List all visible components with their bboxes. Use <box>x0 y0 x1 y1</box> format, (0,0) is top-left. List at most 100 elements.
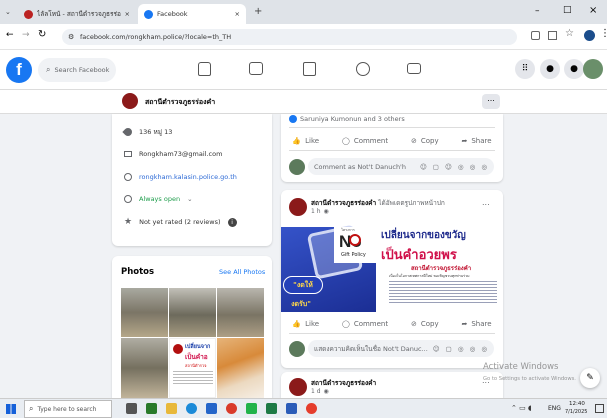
notifications-bell-icon[interactable]: ● <box>564 59 584 79</box>
groups-icon[interactable] <box>356 62 370 76</box>
windows-start-icon[interactable] <box>6 404 16 414</box>
author-avatar[interactable] <box>289 378 307 396</box>
tab-close-icon[interactable]: × <box>235 10 240 18</box>
tab-list-chevron-icon[interactable]: ⌄ <box>5 8 11 16</box>
address-bar[interactable]: ⚙ facebook.com/rongkham.police/?locale=t… <box>62 29 517 45</box>
share-label: Share <box>471 137 492 145</box>
link-icon: ⊘ <box>410 137 417 145</box>
minimize-button[interactable]: – <box>535 6 540 16</box>
system-tray-icons[interactable]: ⌃ ▭ ◖ <box>511 404 532 412</box>
maximize-button[interactable]: □ <box>563 5 572 15</box>
notification-center-icon[interactable] <box>595 404 604 413</box>
tab-police-site[interactable]: ไลัลโหนั - สถานีตำรวจภูธรร่องคำ × <box>18 4 136 24</box>
facebook-logo-icon[interactable]: f <box>6 57 32 83</box>
email-text[interactable]: Rongkham73@gmail.com <box>139 150 222 158</box>
marketplace-icon[interactable] <box>303 62 316 76</box>
post-more-button[interactable]: ... <box>482 198 490 207</box>
comment-input[interactable]: แสดงความคิดเห็นในชื่อ Not't Danuc... ☺ ▢… <box>308 340 494 357</box>
chrome-active-icon[interactable] <box>306 403 317 414</box>
widgets-icon[interactable] <box>146 403 157 414</box>
divider <box>289 150 495 151</box>
thumb-text-2: เป็นคำอ <box>185 353 208 361</box>
excel-icon[interactable] <box>266 403 277 414</box>
page-more-button[interactable]: ... <box>482 94 500 109</box>
site-info-icon[interactable]: ⚙ <box>68 29 74 45</box>
comment-tools-icon[interactable]: ☺ ▢ ◎ ◎ ◎ <box>433 345 489 353</box>
page-title[interactable]: สถานีตำรวจภูธรร่องคำ <box>145 97 215 108</box>
account-avatar[interactable] <box>583 59 603 79</box>
comment-input[interactable]: Comment as Not't Danuch'h ☺ ▢ ☺ ◎ ◎ ◎ <box>308 158 494 175</box>
address-text: 136 หมู่ 13 <box>139 128 173 136</box>
chrome-icon[interactable] <box>226 403 237 414</box>
video-icon[interactable] <box>249 62 263 75</box>
language-indicator[interactable]: ENG <box>548 405 561 412</box>
post-time[interactable]: 1 h ◉ <box>311 208 329 215</box>
post-author-name[interactable]: สถานีตำรวจภูธรร่องคำ <box>311 378 376 388</box>
comment-button[interactable]: ◯ Comment <box>342 320 388 328</box>
gaming-icon[interactable] <box>407 63 421 74</box>
post-time[interactable]: 1 d ◉ <box>311 388 329 395</box>
comment-tools-icon[interactable]: ☺ ▢ ☺ ◎ ◎ ◎ <box>420 163 489 171</box>
photo-thumbnail[interactable]: เปลี่ยนจาก เป็นคำอ สถานีตำรวจ <box>169 338 216 398</box>
screenshot-icon[interactable] <box>548 31 557 40</box>
post-image[interactable]: โครงการ No Gift Policy เปลี่ยนจากของขวัญ… <box>281 221 503 312</box>
info-icon[interactable]: i <box>227 217 237 227</box>
photo-thumbnail[interactable] <box>121 288 168 337</box>
no-gift-stamp-icon <box>349 234 361 246</box>
like-button[interactable]: 👍 Like <box>292 137 319 145</box>
task-view-icon[interactable] <box>126 403 137 414</box>
page-sticky-header: สถานีตำรวจภูธรร่องคำ ... <box>0 90 607 114</box>
rating-text: Not yet rated (2 reviews) <box>139 218 221 226</box>
chevron-down-icon[interactable]: ⌄ <box>187 195 192 203</box>
edge-browser-icon[interactable] <box>186 403 197 414</box>
store-icon[interactable] <box>206 403 217 414</box>
photo-thumbnail[interactable] <box>121 338 168 398</box>
photo-thumbnail[interactable] <box>217 338 264 398</box>
copy-button[interactable]: ⊘ Copy <box>411 320 439 328</box>
website-link[interactable]: rongkham.kalasin.police.go.th <box>139 173 237 181</box>
comment-placeholder: แสดงความคิดเห็นในชื่อ Not't Danuc... <box>314 344 428 353</box>
share-label: Share <box>471 320 492 328</box>
activate-windows-subtitle: Go to Settings to activate Windows. <box>483 376 576 382</box>
hours-text[interactable]: Always open <box>139 195 180 203</box>
bookmark-star-icon[interactable]: ☆ <box>565 28 574 39</box>
post-author-name[interactable]: สถานีตำรวจภูธรร่องคำ <box>311 199 376 207</box>
comment-button[interactable]: ◯ Comment <box>342 137 388 145</box>
page-avatar[interactable] <box>122 93 138 109</box>
menu-grid-icon[interactable]: ⠿ <box>515 59 535 79</box>
clock-time[interactable]: 12:40 <box>569 401 585 407</box>
reactions-row[interactable]: Saruniya Kumonun and 3 others <box>289 115 405 123</box>
share-button[interactable]: ➦ Share <box>461 137 491 145</box>
photo-thumbnail[interactable] <box>217 288 264 337</box>
edit-message-icon[interactable]: ✎ <box>580 368 600 388</box>
profile-avatar-icon[interactable] <box>584 30 595 41</box>
search-input[interactable]: ⌕ Search Facebook <box>38 58 116 82</box>
post-action-bar: 👍 Like ◯ Comment ⊘ Copy ➦ Share <box>281 320 503 328</box>
photo-thumbnail[interactable] <box>169 288 216 337</box>
forward-icon[interactable]: → <box>22 30 30 40</box>
image-heading-2: เป็นคำอวยพร <box>381 248 457 263</box>
new-tab-button[interactable]: + <box>254 6 262 17</box>
word-icon[interactable] <box>286 403 297 414</box>
copy-button[interactable]: ⊘ Copy <box>411 137 439 145</box>
photos-title[interactable]: Photos <box>121 267 154 277</box>
back-icon[interactable]: ← <box>6 30 14 40</box>
hours-row: Always open ⌄ <box>124 195 193 203</box>
home-icon[interactable] <box>198 62 211 76</box>
close-window-button[interactable]: × <box>589 5 597 16</box>
like-button[interactable]: 👍 Like <box>292 320 319 328</box>
location-pin-icon <box>122 126 134 138</box>
clock-date[interactable]: 7/1/2025 <box>565 409 587 415</box>
browser-menu-icon[interactable]: ⋮ <box>600 28 607 39</box>
messenger-icon[interactable]: ● <box>540 59 560 79</box>
author-avatar[interactable] <box>289 198 307 216</box>
tab-close-icon[interactable]: × <box>125 10 130 18</box>
see-all-photos-link[interactable]: See All Photos <box>219 268 265 276</box>
file-explorer-icon[interactable] <box>166 403 177 414</box>
tab-facebook[interactable]: Facebook × <box>138 4 246 24</box>
taskbar-search-box[interactable]: ⌕ Type here to search <box>24 400 112 418</box>
reload-icon[interactable]: ↻ <box>38 29 46 40</box>
translate-icon[interactable] <box>531 31 540 40</box>
share-button[interactable]: ➦ Share <box>461 320 491 328</box>
line-app-icon[interactable] <box>246 403 257 414</box>
